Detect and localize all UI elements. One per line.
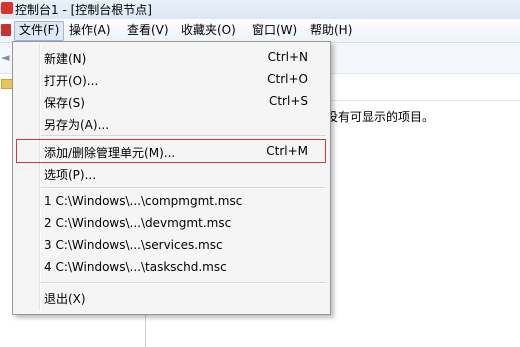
shortcut-save: Ctrl+S xyxy=(268,94,308,108)
menu-separator xyxy=(41,135,326,137)
menu-favorites[interactable]: 收藏夹(O) xyxy=(177,21,240,39)
menu-item-recent-3[interactable]: 3 C:\Windows\...\services.msc xyxy=(44,238,223,252)
menu-item-save-as[interactable]: 另存为(A)... xyxy=(44,116,109,133)
title-bar: 控制台1 - [控制台根节点] xyxy=(0,0,520,20)
menu-help[interactable]: 帮助(H) xyxy=(306,21,356,39)
menu-window[interactable]: 窗口(W) xyxy=(248,21,301,39)
menu-view[interactable]: 查看(V) xyxy=(123,21,173,39)
menu-separator xyxy=(41,187,326,189)
menu-item-open[interactable]: 打开(O)... xyxy=(44,72,98,89)
menu-item-recent-1[interactable]: 1 C:\Windows\...\compmgmt.msc xyxy=(44,194,242,208)
menu-separator xyxy=(41,282,326,284)
menu-file[interactable]: 文件(F) xyxy=(14,21,65,41)
menu-item-save[interactable]: 保存(S) xyxy=(44,94,85,111)
file-dropdown-menu: 新建(N) Ctrl+N 打开(O)... Ctrl+O 保存(S) Ctrl+… xyxy=(12,41,331,315)
system-menu-icon[interactable] xyxy=(1,24,11,36)
empty-list-message: 中没有可显示的项目。 xyxy=(314,110,435,124)
menu-item-new[interactable]: 新建(N) xyxy=(44,50,86,67)
menu-action[interactable]: 操作(A) xyxy=(65,21,115,39)
shortcut-new: Ctrl+N xyxy=(267,50,308,64)
menu-item-recent-2[interactable]: 2 C:\Windows\...\devmgmt.msc xyxy=(44,216,231,230)
window-title: 控制台1 - [控制台根节点] xyxy=(15,3,152,17)
menu-item-options[interactable]: 选项(P)... xyxy=(44,166,96,183)
shortcut-add-remove-snapin: Ctrl+M xyxy=(266,144,308,158)
back-arrow-icon[interactable]: ◄ xyxy=(1,52,9,64)
menu-bar: 文件(F) 操作(A) 查看(V) 收藏夹(O) 窗口(W) 帮助(H) xyxy=(0,19,520,43)
menu-item-add-remove-snapin[interactable]: 添加/删除管理单元(M)... xyxy=(44,144,175,161)
menu-item-exit[interactable]: 退出(X) xyxy=(44,290,86,307)
menu-item-recent-4[interactable]: 4 C:\Windows\...\taskschd.msc xyxy=(44,260,227,274)
menu-icon-gutter xyxy=(39,44,41,310)
console-app-icon xyxy=(1,2,13,14)
shortcut-open: Ctrl+O xyxy=(267,72,308,86)
